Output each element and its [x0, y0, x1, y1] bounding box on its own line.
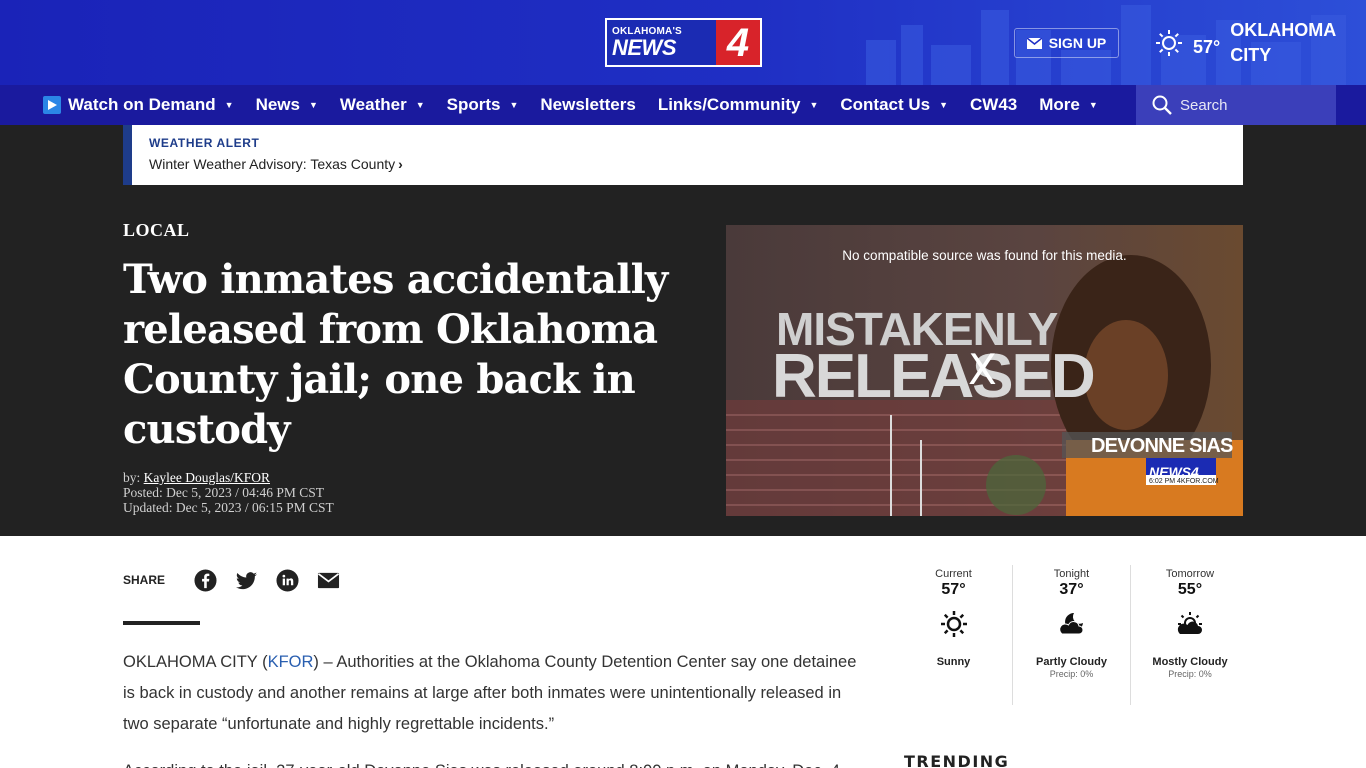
nav-item-cw43[interactable]: CW43 — [970, 95, 1017, 115]
article-byline: by: Kaylee Douglas/KFOR Posted: Dec 5, 2… — [123, 470, 334, 515]
video-name-tag: DEVONNE SIAS — [1091, 435, 1233, 457]
sun-icon — [1156, 30, 1182, 56]
forecast-precip: Precip: 0% — [1049, 669, 1094, 679]
alert-text: Winter Weather Advisory: Texas County — [149, 156, 396, 172]
weather-alert-banner[interactable]: WEATHER ALERT Winter Weather Advisory: T… — [123, 125, 1243, 185]
station-logo[interactable]: OKLAHOMA'S NEWS 4 — [605, 18, 762, 67]
article-paragraph-1: OKLAHOMA CITY (KFOR) – Authorities at th… — [123, 653, 857, 733]
video-player[interactable]: MISTAKENLY RELEASED DEVONNE SIAS NEWS4 6… — [726, 225, 1243, 516]
envelope-icon — [1026, 37, 1042, 49]
header-temperature: 57° — [1193, 36, 1221, 57]
chevron-down-icon: ▼ — [309, 100, 318, 110]
nav-item-watch-on-demand[interactable]: Watch on Demand ▼ — [43, 95, 234, 115]
article-paragraph-2: According to the jail, 27-year-old Devon… — [123, 756, 868, 768]
nav-item-more[interactable]: More ▼ — [1039, 95, 1098, 115]
search-box[interactable] — [1136, 85, 1336, 125]
video-overlay-line2: RELEASED — [772, 342, 1094, 411]
nav-item-sports[interactable]: Sports ▼ — [447, 95, 519, 115]
share-buttons — [194, 569, 340, 592]
forecast-tomorrow: Tomorrow 55° Mostly Cloudy Precip: 0% — [1131, 565, 1249, 705]
logo-number: 4 — [726, 20, 750, 65]
share-label: SHARE — [123, 573, 166, 587]
updated-date: Updated: Dec 5, 2023 / 06:15 PM CST — [123, 500, 334, 515]
forecast-when: Tonight — [1053, 568, 1090, 580]
forecast-when: Current — [935, 568, 972, 580]
forecast-temp: 55° — [1177, 581, 1203, 598]
play-icon — [43, 96, 61, 114]
nav-items: Watch on Demand ▼ News ▼ Weather ▼ Sports ▼ … — [43, 85, 1120, 125]
share-divider — [123, 621, 200, 625]
author-link[interactable]: Kaylee Douglas/KFOR — [144, 470, 270, 485]
forecast-when: Tomorrow — [1165, 568, 1215, 580]
posted-date: Posted: Dec 5, 2023 / 04:46 PM CST — [123, 485, 325, 500]
sun-cloud-icon — [1177, 612, 1202, 634]
moon-cloud-icon — [1058, 613, 1083, 635]
search-input[interactable] — [1180, 96, 1330, 114]
forecast-tonight: Tonight 37° Partly Cloudy Precip: 0% — [1013, 565, 1131, 705]
article-category[interactable]: LOCAL — [123, 220, 190, 241]
chevron-down-icon: ▼ — [224, 100, 234, 110]
nav-item-news[interactable]: News ▼ — [256, 95, 318, 115]
email-icon[interactable] — [317, 569, 340, 592]
forecast-precip: Precip: 0% — [1168, 669, 1212, 679]
facebook-icon[interactable] — [194, 569, 217, 592]
chevron-down-icon: ▼ — [939, 100, 949, 110]
chevron-down-icon: ▼ — [509, 100, 519, 110]
trending-heading: TRENDING — [904, 752, 1010, 768]
forecast-temp: 57° — [941, 581, 966, 598]
forecast-current: Current 57° Sunny — [895, 565, 1013, 705]
kfor-link[interactable]: KFOR — [268, 653, 314, 671]
chevron-down-icon: ▼ — [809, 100, 819, 110]
search-icon — [1152, 95, 1172, 115]
nav-item-newsletters[interactable]: Newsletters — [540, 95, 635, 115]
video-close-button[interactable]: X — [968, 345, 997, 394]
forecast-condition: Sunny — [936, 656, 971, 668]
alert-label: WEATHER ALERT — [149, 136, 260, 150]
forecast-condition: Mostly Cloudy — [1152, 656, 1228, 668]
logo-news-text: NEWS — [612, 35, 677, 60]
byline-prefix: by: — [123, 470, 141, 485]
nav-item-contact-us[interactable]: Contact Us ▼ — [840, 95, 948, 115]
nav-item-links-community[interactable]: Links/Community ▼ — [658, 95, 819, 115]
video-footer-text: 6:02 PM 4KFOR.COM — [1149, 478, 1219, 485]
sun-icon — [940, 611, 967, 637]
site-header: OKLAHOMA'S NEWS 4 SIGN UP 57° OKLAHOMA C… — [0, 0, 1366, 85]
video-error-message: No compatible source was found for this … — [842, 248, 1127, 263]
forecast-temp: 37° — [1059, 581, 1084, 598]
forecast-widget[interactable]: Current 57° Sunny Tonight 37° Partly Clo… — [895, 565, 1250, 705]
linkedin-icon[interactable] — [276, 569, 299, 592]
chevron-down-icon: ▼ — [415, 100, 425, 110]
nav-item-weather[interactable]: Weather ▼ — [340, 95, 425, 115]
chevron-right-icon: › — [398, 156, 403, 172]
header-city: OKLAHOMA CITY — [1230, 20, 1336, 65]
signup-label: SIGN UP — [1048, 35, 1107, 51]
chevron-down-icon: ▼ — [1088, 100, 1098, 110]
article-headline: Two inmates accidentally released from O… — [123, 256, 668, 453]
main-navigation: Watch on Demand ▼ News ▼ Weather ▼ Sports ▼ … — [0, 85, 1366, 125]
forecast-condition: Partly Cloudy — [1036, 656, 1107, 668]
twitter-icon[interactable] — [235, 569, 258, 592]
signup-button[interactable]: SIGN UP — [1014, 28, 1119, 58]
header-weather[interactable]: 57° OKLAHOMA CITY — [1155, 18, 1340, 68]
